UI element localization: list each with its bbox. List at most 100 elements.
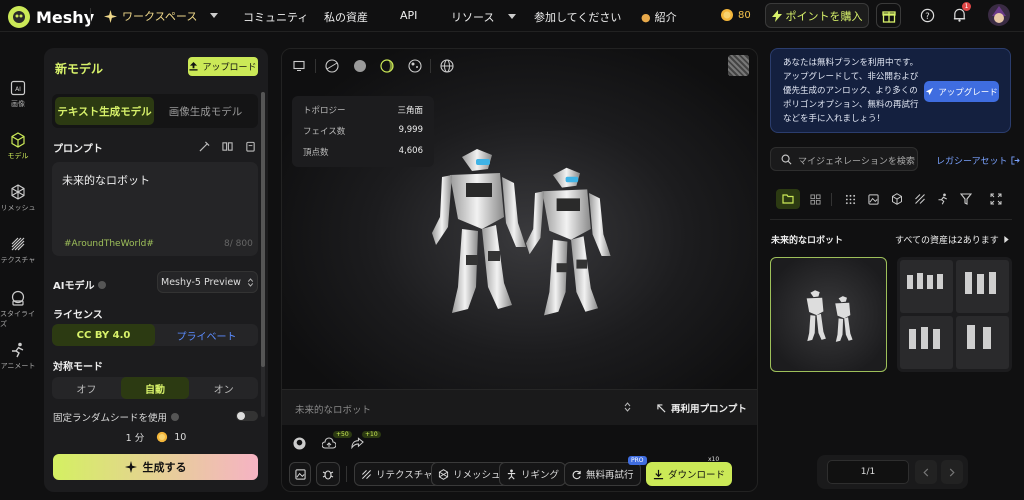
environment-thumbnail[interactable] [728,55,749,76]
workspace-label: ワークスペース [122,10,198,23]
coin-balance: 80 [720,8,751,22]
ai-model-select[interactable]: Meshy-5 Preview [157,271,258,293]
all-assets-link[interactable]: すべての資産は2あります [895,233,1009,246]
filter-icon[interactable] [960,193,972,205]
rail-label: リメッシュ [0,204,36,212]
upgrade-button[interactable]: アップグレード [924,81,999,102]
divider [90,8,91,24]
nav-referral[interactable]: ● 紹介 [641,9,677,25]
expand-icon[interactable] [990,193,1002,205]
svg-text:?: ? [925,11,929,21]
animation-filter-icon[interactable] [937,193,949,205]
wireframe-sphere-icon[interactable] [325,59,339,73]
asset-search-input[interactable]: マイジェネレーションを検索 [770,147,918,171]
folder-view-button[interactable] [776,189,800,209]
svg-text:AI: AI [15,86,21,93]
share-icon[interactable] [351,437,364,449]
nav-resources[interactable]: リソース [451,9,517,25]
reuse-prompt-label: 再利用プロンプト [671,404,747,415]
image-filter-icon[interactable] [868,194,879,205]
reuse-prompt-button[interactable]: 再利用プロンプト [657,401,747,415]
rigging-button[interactable]: リギング [499,462,567,486]
remesh-button[interactable]: リメッシュ [431,462,508,486]
nav-join[interactable]: 参加してください [534,9,621,25]
texture-icon [11,237,25,251]
seed-label: 固定ランダムシードを使用 [53,413,168,424]
divider [430,59,431,73]
model-filter-icon[interactable] [891,193,903,205]
mode-tabs: テキスト生成モデル 画像生成モデル [52,94,258,128]
rail-label: モデル [7,152,29,160]
legacy-assets-link[interactable]: レガシーアセット [936,154,1021,167]
download-button[interactable]: ダウンロード [646,462,733,486]
hashtag-chip[interactable]: #AroundTheWorld# [64,239,154,249]
globe-icon[interactable] [440,59,454,73]
upload-button[interactable]: アップロード [188,57,258,76]
all-filter-icon[interactable] [845,194,856,205]
solid-sphere-icon[interactable] [353,59,367,73]
rail-image[interactable]: AI 画像 [0,80,36,109]
next-page-button[interactable] [941,460,963,484]
gift-button[interactable] [876,3,901,28]
clipboard-icon[interactable] [245,141,256,152]
logo[interactable]: Meshy [8,6,94,28]
rigging-label: リギング [521,470,560,481]
monitor-icon[interactable] [293,60,305,72]
prompt-textarea[interactable]: 未来的なロボット #AroundTheWorld# 8/ 800 [52,162,258,256]
help-icon: ? [920,8,935,23]
rail-stylize[interactable]: スタイライズ [0,290,36,329]
shaded-sphere-icon[interactable] [380,59,394,73]
sparkle-icon [104,9,117,23]
tab-image-to-model[interactable]: 画像生成モデル [156,97,255,125]
magic-wand-icon[interactable] [199,141,210,152]
symmetry-toggle: オフ 自動 オン [52,377,258,399]
workspace-menu[interactable]: ワークスペース [104,8,219,24]
retexture-button[interactable]: リテクスチャ [354,462,440,486]
scrollbar-thumb[interactable] [261,92,265,367]
prev-page-button[interactable] [915,460,937,484]
avatar[interactable] [988,4,1010,26]
cube-icon [11,132,25,148]
cloud-upload-icon[interactable] [322,437,336,450]
license-option-cc[interactable]: CC BY 4.0 [52,324,155,346]
tab-text-to-model[interactable]: テキスト生成モデル [55,97,154,125]
symmetry-on[interactable]: オン [189,377,258,399]
scrollbar[interactable] [261,92,265,417]
nav-community[interactable]: コミュニティ [243,9,308,25]
nav-my-assets[interactable]: 私の資産 [324,9,368,25]
caret-right-icon [1004,236,1009,243]
asset-card-robots[interactable] [770,257,887,372]
symmetry-off[interactable]: オフ [52,377,121,399]
chevron-updown-icon[interactable] [624,402,631,412]
license-option-private[interactable]: プライベート [155,324,258,346]
stat-label: トポロジー [303,106,346,116]
buy-points-button[interactable]: ポイントを購入 [765,3,869,28]
upload-icon [189,62,199,71]
notifications-button[interactable]: 1 [952,2,971,23]
stat-value: 三角面 [397,106,423,116]
free-retry-button[interactable]: 無料再試行 [564,462,641,486]
image-tool-button[interactable] [289,462,311,486]
bug-tool-button[interactable] [316,462,340,486]
rail-model[interactable]: モデル [0,132,36,161]
rail-remesh[interactable]: リメッシュ [0,184,36,213]
generation-panel: 新モデル アップロード テキスト生成モデル 画像生成モデル プロンプト 未来的な… [44,48,268,492]
texture-filter-icon[interactable] [914,193,926,205]
grid-view-icon[interactable] [810,194,821,205]
all-assets-label: すべての資産は2あります [895,236,999,246]
stat-value: 4,606 [398,146,423,156]
symmetry-icon[interactable] [222,141,233,152]
rail-texture[interactable]: テクスチャ [0,236,36,265]
seed-toggle[interactable] [236,411,258,421]
page-indicator[interactable]: 1/1 [827,460,909,484]
nav-api[interactable]: API [400,9,417,22]
texture-sphere-icon[interactable] [408,59,422,73]
rail-animate[interactable]: アニメート [0,342,36,371]
symmetry-auto[interactable]: 自動 [120,377,190,399]
pro-badge: PRO [628,456,647,465]
asset-card-variants[interactable] [897,257,1012,372]
help-button[interactable]: ? [920,8,935,23]
github-icon[interactable] [293,437,306,450]
generate-button[interactable]: 生成する [53,454,258,480]
search-placeholder: マイジェネレーションを検索 [798,157,915,167]
